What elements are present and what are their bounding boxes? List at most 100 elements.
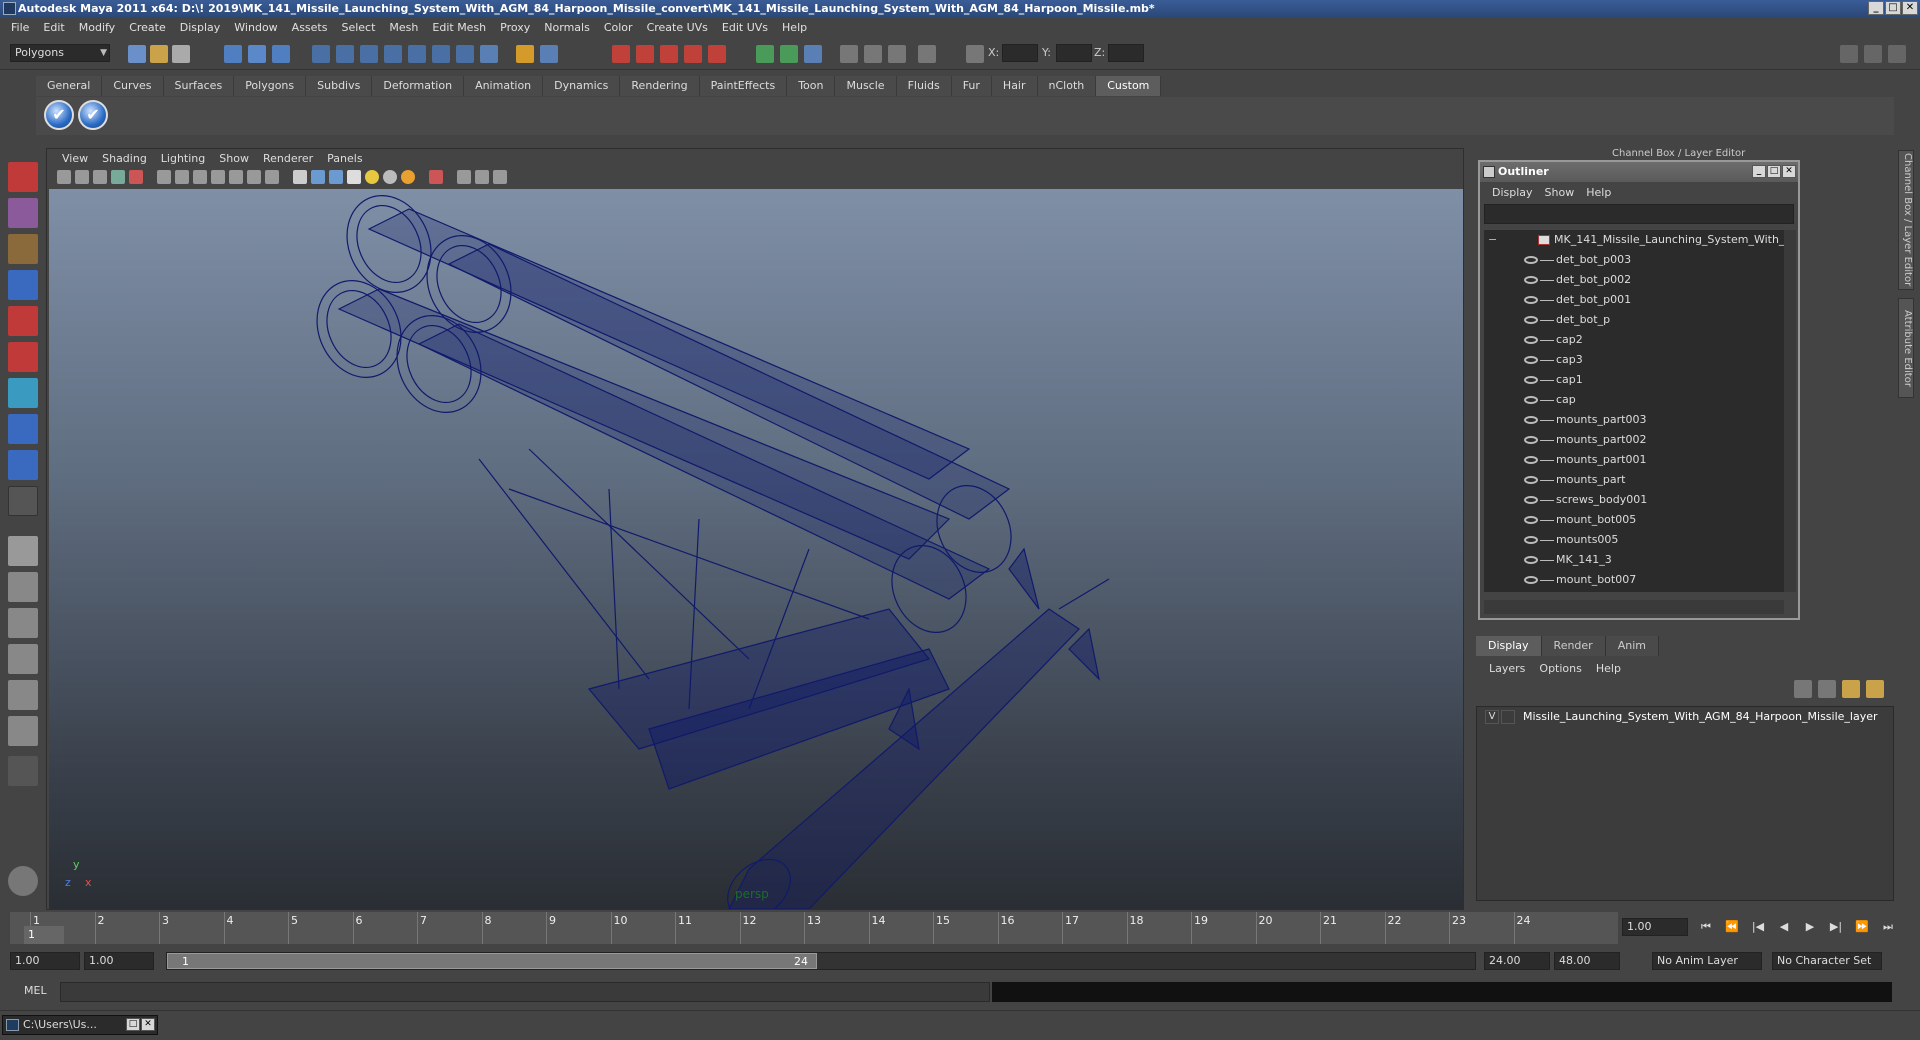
layer-tab-render[interactable]: Render <box>1541 636 1606 656</box>
tab-channel-box[interactable]: Channel Box / Layer Editor <box>1898 150 1914 290</box>
minimize-button[interactable]: _ <box>1868 1 1884 15</box>
outliner-menu-help[interactable]: Help <box>1580 186 1617 199</box>
snap-curve-icon[interactable] <box>360 45 378 63</box>
viewport-menu-lighting[interactable]: Lighting <box>154 152 212 165</box>
help-icon[interactable] <box>480 45 498 63</box>
history-icon[interactable] <box>456 45 474 63</box>
shelf-tab-deformation[interactable]: Deformation <box>372 76 465 96</box>
close-button[interactable]: ✕ <box>1902 1 1918 15</box>
menu-window[interactable]: Window <box>227 18 284 38</box>
layer-row[interactable]: V Missile_Launching_System_With_AGM_84_H… <box>1477 707 1893 727</box>
layer-menu-help[interactable]: Help <box>1589 662 1628 675</box>
end-time-field[interactable]: 48.00 <box>1554 952 1620 970</box>
hypershade-layout-icon[interactable] <box>8 680 38 710</box>
outliner-item[interactable]: MK_141_3 <box>1484 550 1784 570</box>
viewport-menu-view[interactable]: View <box>55 152 95 165</box>
menu-set-dropdown[interactable]: Polygons ▼ <box>10 44 110 62</box>
two-d-pan-zoom-icon[interactable] <box>129 170 143 184</box>
transform-icon[interactable] <box>864 45 882 63</box>
channel-box-toggle-icon[interactable] <box>804 45 822 63</box>
snap-point-icon[interactable] <box>384 45 402 63</box>
last-tool-icon[interactable] <box>8 486 38 516</box>
step-back-frame-icon[interactable]: |◀ <box>1748 918 1768 936</box>
tab-attribute-editor[interactable]: Attribute Editor <box>1898 298 1914 398</box>
outliner-item[interactable]: mount_bot005 <box>1484 510 1784 530</box>
make-live-icon[interactable] <box>432 45 450 63</box>
outliner-maximize-button[interactable]: □ <box>1767 165 1781 178</box>
snap-grid-icon[interactable] <box>336 45 354 63</box>
menu-edit[interactable]: Edit <box>36 18 71 38</box>
select-hierarchy-icon[interactable] <box>224 45 242 63</box>
mel-command-input[interactable] <box>60 982 990 1002</box>
panel-layout-icon[interactable] <box>1840 45 1858 63</box>
menu-edit-uvs[interactable]: Edit UVs <box>715 18 775 38</box>
tool-settings-toggle-icon[interactable] <box>780 45 798 63</box>
mel-label[interactable]: MEL <box>24 984 47 997</box>
outliner-item[interactable]: cap3 <box>1484 350 1784 370</box>
go-to-end-icon[interactable]: ⏭ <box>1878 918 1898 936</box>
wireframe-icon[interactable] <box>293 170 307 184</box>
collapse-icon[interactable]: − <box>1488 230 1500 250</box>
outliner-menu-show[interactable]: Show <box>1539 186 1581 199</box>
shelf-tab-general[interactable]: General <box>36 76 103 96</box>
outliner-search-input[interactable] <box>1484 204 1794 224</box>
shelf-tab-subdivs[interactable]: Subdivs <box>306 76 373 96</box>
film-gate-icon[interactable] <box>175 170 189 184</box>
outliner-item[interactable]: det_bot_p003 <box>1484 250 1784 270</box>
layer-menu-layers[interactable]: Layers <box>1482 662 1532 675</box>
anim-layer-dropdown[interactable]: No Anim Layer <box>1652 952 1762 970</box>
menu-create-uvs[interactable]: Create UVs <box>640 18 715 38</box>
resolution-gate-icon[interactable] <box>193 170 207 184</box>
safe-title-icon[interactable] <box>265 170 279 184</box>
outliner-horizontal-scrollbar[interactable] <box>1484 600 1784 614</box>
minimized-script-window[interactable]: C:\Users\Us... □ ✕ <box>2 1015 158 1035</box>
universal-manipulator-icon[interactable] <box>8 378 38 408</box>
menu-modify[interactable]: Modify <box>72 18 122 38</box>
y-field[interactable] <box>1056 44 1092 62</box>
outliner-root-item[interactable]: − MK_141_Missile_Launching_System_With_AG… <box>1484 230 1784 250</box>
open-scene-icon[interactable] <box>150 45 168 63</box>
wireframe-on-shaded-icon[interactable] <box>329 170 343 184</box>
shelf-tab-animation[interactable]: Animation <box>464 76 544 96</box>
viewport-menu-show[interactable]: Show <box>212 152 256 165</box>
menu-display[interactable]: Display <box>173 18 228 38</box>
outliner-item[interactable]: det_bot_p <box>1484 310 1784 330</box>
shelf-button-check-1[interactable]: ✔ <box>44 100 74 130</box>
menu-mesh[interactable]: Mesh <box>382 18 425 38</box>
single-perspective-layout-icon[interactable] <box>8 536 38 566</box>
shelf-tab-rendering[interactable]: Rendering <box>620 76 700 96</box>
gate-mask-icon[interactable] <box>211 170 225 184</box>
lock-icon[interactable] <box>516 45 534 63</box>
outliner-vertical-scrollbar[interactable] <box>1784 230 1796 592</box>
rotate-tool-icon[interactable] <box>8 306 38 336</box>
shelf-tab-hair[interactable]: Hair <box>991 76 1038 96</box>
menu-assets[interactable]: Assets <box>285 18 335 38</box>
outliner-item[interactable]: screws_body001 <box>1484 490 1784 510</box>
ipr-render-icon[interactable] <box>636 45 654 63</box>
select-object-icon[interactable] <box>248 45 266 63</box>
shelf-button-check-2[interactable]: ✔ <box>78 100 108 130</box>
viewport-menu-shading[interactable]: Shading <box>95 152 154 165</box>
panel-layout-alt-icon[interactable] <box>1864 45 1882 63</box>
isolate-select-icon[interactable] <box>429 170 443 184</box>
outliner-item[interactable]: mount_bot007 <box>1484 570 1784 590</box>
safe-action-icon[interactable] <box>247 170 261 184</box>
hypershade-icon[interactable] <box>684 45 702 63</box>
lasso-tool-icon[interactable] <box>8 198 38 228</box>
soft-select-icon[interactable] <box>888 45 906 63</box>
outliner-menu-display[interactable]: Display <box>1486 186 1539 199</box>
outliner-item[interactable]: mounts_part002 <box>1484 430 1784 450</box>
shelf-tab-polygons[interactable]: Polygons <box>234 76 307 96</box>
xray-joints-icon[interactable] <box>475 170 489 184</box>
render-frame-icon[interactable] <box>612 45 630 63</box>
shelf-tab-fluids[interactable]: Fluids <box>896 76 952 96</box>
numeric-input-icon[interactable] <box>918 45 936 63</box>
go-to-start-icon[interactable]: ⏮ <box>1696 918 1716 936</box>
shelf-tab-painteffects[interactable]: PaintEffects <box>699 76 788 96</box>
play-backward-icon[interactable]: ◀ <box>1774 918 1794 936</box>
menu-color[interactable]: Color <box>597 18 640 38</box>
layer-visibility-toggle[interactable]: V <box>1485 710 1499 724</box>
shelf-tab-dynamics[interactable]: Dynamics <box>543 76 621 96</box>
persp-graph-outliner-layout-icon[interactable] <box>8 716 38 746</box>
outliner-minimize-button[interactable]: _ <box>1752 165 1766 178</box>
